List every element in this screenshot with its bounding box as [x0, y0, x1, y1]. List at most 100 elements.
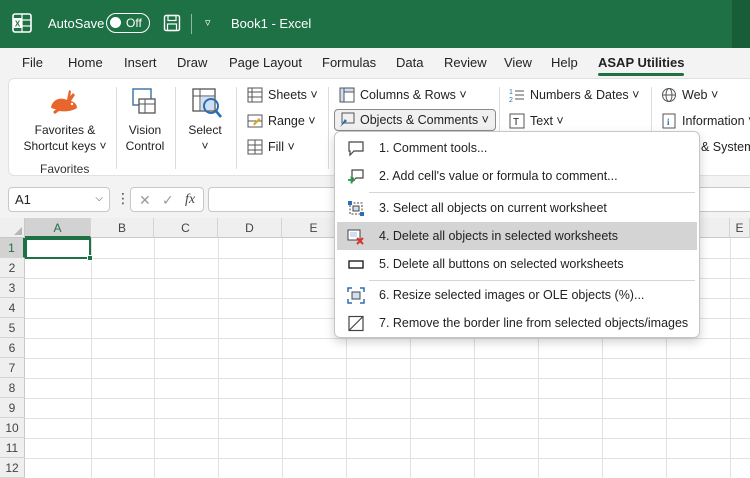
column-header[interactable]: B: [91, 218, 154, 238]
favorites-group-label: Favorites: [40, 162, 90, 176]
document-title: Book1 - Excel: [231, 16, 312, 31]
active-cell[interactable]: [25, 238, 93, 261]
row-header[interactable]: 1: [0, 238, 25, 258]
tab-view[interactable]: View: [504, 55, 532, 70]
grid-row-line: [25, 338, 750, 339]
customize-qat-icon[interactable]: ▿: [205, 16, 211, 29]
tab-review[interactable]: Review: [444, 55, 487, 70]
select-arrow: ˅: [201, 139, 209, 153]
grid-row-line: [25, 378, 750, 379]
title-corner: [732, 0, 750, 48]
information-icon: i: [662, 113, 676, 129]
fill-button[interactable]: Fill ˅: [247, 136, 295, 158]
more-options-icon[interactable]: ⋮: [116, 190, 130, 207]
svg-text:i: i: [667, 117, 670, 127]
information-button[interactable]: i Information ˅: [661, 110, 750, 132]
vision-control-button[interactable]: Vision Control: [119, 122, 171, 154]
title-separator: [191, 14, 192, 34]
menu-item-select-all-objects[interactable]: 3. Select all objects on current workshe…: [337, 194, 697, 222]
save-icon[interactable]: [163, 14, 181, 32]
system-button[interactable]: & System: [701, 136, 750, 158]
row-header[interactable]: 10: [0, 418, 25, 438]
row-header[interactable]: 3: [0, 278, 25, 298]
fill-icon: [247, 139, 263, 155]
select-all-button[interactable]: [0, 218, 25, 238]
column-header[interactable]: A: [25, 218, 91, 238]
numbers-dates-button[interactable]: 12 Numbers & Dates ˅: [509, 84, 639, 106]
grid-column-line: [282, 238, 283, 478]
grid-row-line: [25, 458, 750, 459]
text-button[interactable]: T Text ˅: [509, 110, 564, 132]
grid-row-line: [25, 438, 750, 439]
border-icon: [348, 315, 364, 332]
menu-item-resize-images[interactable]: 6. Resize selected images or OLE objects…: [337, 281, 697, 309]
row-header[interactable]: 11: [0, 438, 25, 458]
row-header[interactable]: 7: [0, 358, 25, 378]
row-header[interactable]: 5: [0, 318, 25, 338]
menu-item-remove-border[interactable]: 7. Remove the border line from selected …: [337, 309, 697, 337]
range-icon: [247, 114, 263, 128]
fill-handle[interactable]: [87, 255, 93, 261]
fill-label: Fill ˅: [268, 140, 295, 154]
title-bar: X AutoSave Off ▿ Book1 - Excel: [0, 0, 750, 48]
range-button[interactable]: Range ˅: [247, 110, 316, 132]
tab-draw[interactable]: Draw: [177, 55, 207, 70]
columns-rows-button[interactable]: Columns & Rows ˅: [339, 84, 467, 106]
menu-item-label: 5. Delete all buttons on selected worksh…: [379, 257, 624, 271]
tab-insert[interactable]: Insert: [124, 55, 157, 70]
enter-icon[interactable]: ✓: [162, 192, 174, 209]
autosave-toggle[interactable]: Off: [106, 13, 150, 33]
menu-separator: [369, 192, 695, 193]
tab-file[interactable]: File: [22, 55, 43, 70]
tab-home[interactable]: Home: [68, 55, 103, 70]
name-box[interactable]: A1 ⌵: [8, 187, 110, 212]
sheets-button[interactable]: Sheets ˅: [247, 84, 318, 106]
menu-item-delete-all-objects[interactable]: 4. Delete all objects in selected worksh…: [337, 222, 697, 250]
menu-item-label: 4. Delete all objects in selected worksh…: [379, 229, 619, 243]
insert-function-icon[interactable]: fx: [185, 192, 195, 208]
ribbon-separator: [236, 87, 237, 169]
cancel-icon[interactable]: ✕: [139, 192, 151, 209]
button-icon: [348, 260, 364, 269]
column-header[interactable]: E: [730, 218, 750, 238]
select-label: Select: [188, 123, 222, 137]
row-header[interactable]: 6: [0, 338, 25, 358]
ribbon-separator: [328, 87, 329, 169]
tab-help[interactable]: Help: [551, 55, 578, 70]
objects-comments-menu: 1. Comment tools... 2. Add cell's value …: [334, 131, 700, 338]
text-label: Text ˅: [530, 114, 564, 128]
row-header[interactable]: 8: [0, 378, 25, 398]
tab-page-layout[interactable]: Page Layout: [229, 55, 302, 70]
column-header[interactable]: C: [154, 218, 218, 238]
columns-rows-icon: [339, 87, 355, 103]
menu-item-comment-tools[interactable]: 1. Comment tools...: [337, 134, 697, 162]
favorites-button[interactable]: Favorites & Shortcut keys ˅: [15, 122, 115, 154]
menu-item-label: 7. Remove the border line from selected …: [379, 316, 689, 330]
web-button[interactable]: Web ˅: [661, 84, 718, 106]
menu-item-delete-all-buttons[interactable]: 5. Delete all buttons on selected worksh…: [337, 250, 697, 278]
tab-data[interactable]: Data: [396, 55, 423, 70]
column-header[interactable]: D: [218, 218, 282, 238]
vision-control-icon[interactable]: [131, 87, 159, 117]
tab-formulas[interactable]: Formulas: [322, 55, 376, 70]
objects-comments-button[interactable]: Objects & Comments ˅: [334, 109, 496, 131]
row-header[interactable]: 4: [0, 298, 25, 318]
rabbit-icon[interactable]: [47, 87, 81, 117]
autosave-state: Off: [126, 16, 142, 30]
row-header[interactable]: 2: [0, 258, 25, 278]
ribbon-separator: [175, 87, 176, 169]
menu-item-add-value-to-comment[interactable]: 2. Add cell's value or formula to commen…: [337, 162, 697, 190]
select-button[interactable]: Select ˅: [181, 122, 229, 154]
row-header[interactable]: 12: [0, 458, 25, 478]
svg-text:X: X: [15, 19, 21, 28]
numbers-dates-label: Numbers & Dates ˅: [530, 88, 640, 102]
row-header[interactable]: 9: [0, 398, 25, 418]
autosave-label: AutoSave: [48, 16, 105, 31]
objects-comments-label: Objects & Comments ˅: [360, 113, 489, 127]
grid-column-line: [154, 238, 155, 478]
tab-asap-utilities[interactable]: ASAP Utilities: [598, 55, 685, 76]
chevron-down-icon[interactable]: ⌵: [95, 193, 103, 204]
select-icon[interactable]: [191, 87, 223, 119]
text-icon: T: [509, 113, 525, 129]
columns-rows-label: Columns & Rows ˅: [360, 88, 467, 102]
